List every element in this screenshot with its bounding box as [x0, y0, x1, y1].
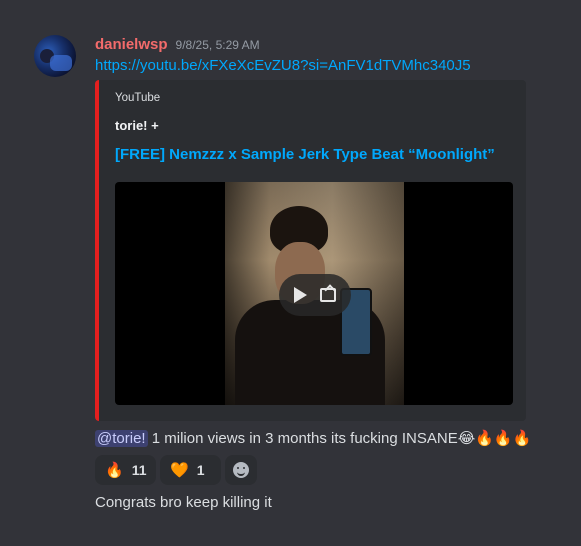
avatar[interactable]: [34, 35, 76, 77]
play-button[interactable]: [279, 274, 351, 316]
reply-text: 1 milion views in 3 months its fucking I…: [147, 430, 458, 447]
play-icon[interactable]: [293, 287, 307, 303]
embed-title[interactable]: [FREE] Nemzzz x Sample Jerk Type Beat “M…: [115, 146, 495, 163]
reaction-count: 11: [131, 462, 147, 478]
message-header: danielwsp 9/8/25, 5:29 AM: [95, 36, 260, 53]
reply-message: @torie! 1 milion views in 3 months its f…: [95, 429, 531, 447]
youtube-embed: YouTube torie! + [FREE] Nemzzz x Sample …: [95, 80, 526, 421]
followup-message: Congrats bro keep killing it: [95, 494, 272, 511]
youtube-link[interactable]: https://youtu.be/xFXeXcEvZU8?si=AnFV1dTV…: [95, 57, 471, 74]
reactions-bar: 🔥 11 🧡 1: [95, 455, 257, 485]
username[interactable]: danielwsp: [95, 36, 168, 53]
reaction-count: 1: [196, 462, 205, 478]
user-mention[interactable]: @torie!: [95, 430, 148, 447]
fire-icon: 🔥: [105, 462, 124, 479]
reaction-orange-heart[interactable]: 🧡 1: [160, 455, 221, 485]
add-reaction-button[interactable]: [225, 455, 257, 485]
timestamp: 9/8/25, 5:29 AM: [175, 38, 260, 52]
reaction-fire[interactable]: 🔥 11: [95, 455, 156, 485]
embed-provider[interactable]: YouTube: [115, 92, 160, 104]
video-player[interactable]: [115, 182, 513, 405]
smiley-icon: [233, 462, 249, 478]
orange-heart-icon: 🧡: [170, 462, 189, 479]
reply-emojis: 😂🔥🔥🔥: [457, 430, 532, 447]
embed-author[interactable]: torie! +: [115, 118, 159, 133]
open-external-icon[interactable]: [320, 288, 337, 302]
